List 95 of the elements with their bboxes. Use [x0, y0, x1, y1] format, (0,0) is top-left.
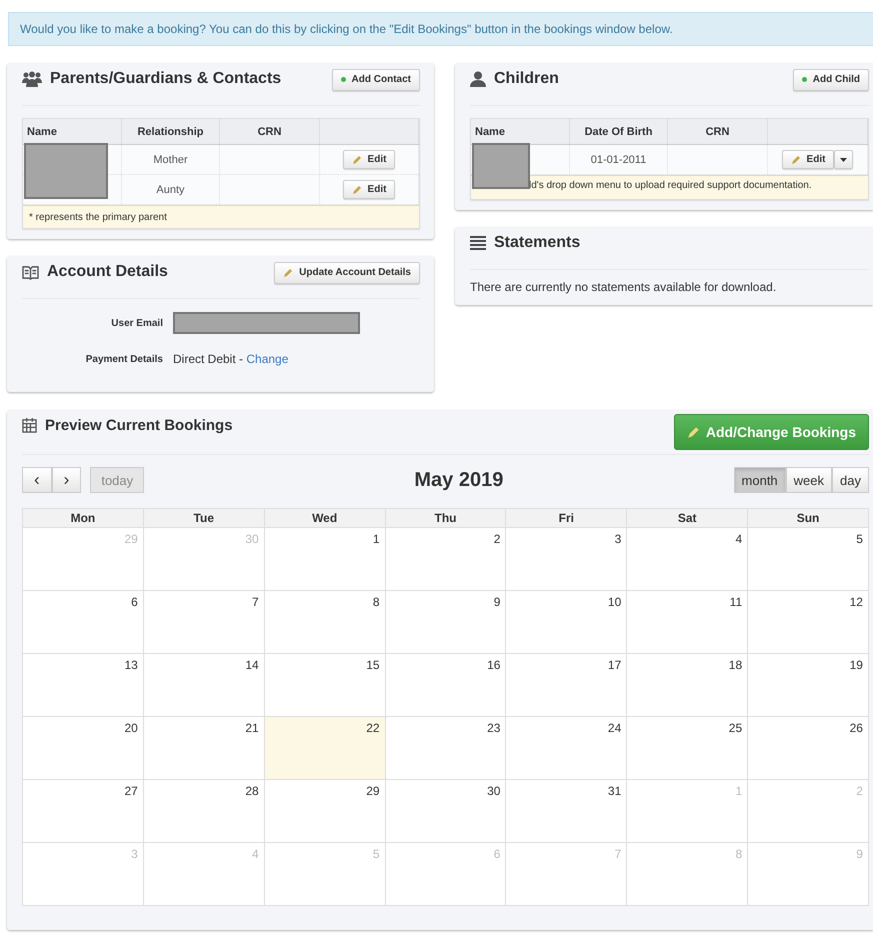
day-number: 21	[245, 721, 259, 735]
book-icon	[22, 264, 39, 280]
day-number: 29	[124, 532, 138, 546]
weekday-header: Thu	[386, 509, 506, 528]
day-number: 1	[735, 784, 742, 798]
update-account-button[interactable]: Update Account Details	[274, 262, 420, 284]
person-icon	[470, 71, 486, 87]
day-number: 29	[366, 784, 380, 798]
change-link[interactable]: Change	[246, 352, 288, 366]
day-number: 11	[730, 595, 742, 609]
table-cell: Mother	[122, 145, 220, 174]
calendar-icon	[22, 418, 37, 433]
day-number: 22	[366, 721, 380, 735]
edit-button[interactable]: Edit	[782, 150, 834, 169]
day-number: 24	[608, 721, 622, 735]
field-label: Payment Details	[84, 354, 163, 364]
day-number: 6	[494, 847, 500, 861]
dropdown-button[interactable]	[834, 150, 854, 169]
panel-title: Preview Current Bookings	[45, 417, 233, 434]
panel-title: Account Details	[47, 263, 168, 281]
weekday-header: Sun	[748, 509, 869, 528]
weekday-header: Sat	[627, 509, 748, 528]
column-header: CRN	[220, 119, 320, 144]
day-number: 10	[608, 595, 622, 609]
column-header: Relationship	[122, 119, 220, 144]
column-header: CRN	[668, 119, 768, 144]
day-number: 7	[614, 847, 622, 861]
day-number: 20	[124, 721, 138, 735]
day-number: 26	[850, 721, 863, 735]
caret-icon	[840, 158, 848, 162]
day-number: 19	[850, 658, 863, 672]
calendar-title: May 2019	[414, 468, 504, 492]
people-icon	[22, 71, 42, 87]
day-number: 25	[728, 721, 742, 735]
day-number: 3	[131, 847, 138, 861]
day-number: 8	[372, 595, 380, 609]
day-number: 31	[608, 784, 622, 798]
weekday-header: Mon	[23, 509, 144, 528]
day-number: 7	[252, 595, 259, 609]
day-number: 27	[124, 784, 138, 798]
day-number: 16	[487, 658, 500, 672]
day-number: 1	[372, 532, 380, 546]
table-cell: 01-01-2011	[570, 145, 668, 174]
payment-value: Direct Debit -	[173, 352, 244, 366]
panel-title: Statements	[494, 234, 580, 252]
day-number: 23	[487, 721, 500, 735]
day-number: 30	[245, 532, 259, 546]
weekday-header: Fri	[506, 509, 628, 528]
dot-icon	[802, 77, 807, 82]
next-button[interactable]: ›	[52, 467, 82, 493]
day-number: 4	[735, 532, 742, 546]
panel-title: Parents/Guardians & Contacts	[50, 70, 282, 88]
view-tab[interactable]: day	[832, 467, 869, 493]
day-number: 5	[856, 532, 863, 546]
day-number: 14	[245, 658, 259, 672]
day-number: 30	[487, 784, 500, 798]
info-banner: Would you like to make a booking? You can do this by clicking on the "Edit Bookings" button in the bookings window below.	[8, 12, 873, 46]
pencil-icon	[283, 268, 294, 278]
day-number: 12	[850, 595, 863, 609]
day-number: 9	[494, 595, 500, 609]
day-number: 13	[124, 658, 138, 672]
day-number: 3	[614, 532, 622, 546]
add-contact-button[interactable]: Add Contact	[332, 69, 420, 91]
edit-button[interactable]: Edit	[342, 150, 396, 169]
pencil-icon	[790, 154, 801, 164]
pencil-icon	[686, 426, 700, 438]
panel-title: Children	[494, 70, 559, 88]
day-number: 18	[728, 658, 742, 672]
redacted-block	[472, 143, 530, 189]
day-number: 15	[366, 658, 380, 672]
day-number: 9	[856, 847, 863, 861]
edit-button[interactable]: Edit	[342, 180, 396, 199]
day-number: 2	[494, 532, 500, 546]
field-label: User Email	[110, 318, 163, 328]
list-icon	[470, 236, 486, 250]
previous-button[interactable]: ‹	[22, 467, 52, 493]
day-number: 2	[856, 784, 863, 798]
day-number: 5	[372, 847, 380, 861]
table-note: * represents the primary parent	[23, 205, 419, 228]
day-number: 8	[735, 847, 742, 861]
day-number: 28	[245, 784, 259, 798]
weekday-header: Wed	[264, 509, 386, 528]
dot-icon	[340, 77, 346, 82]
view-tab[interactable]: week	[786, 467, 832, 493]
weekday-header: Tue	[144, 509, 265, 528]
add-child-button[interactable]: Add Child	[792, 69, 869, 91]
day-number: 17	[608, 658, 622, 672]
day-number: 4	[252, 847, 259, 861]
day-number: 6	[131, 595, 138, 609]
view-tab[interactable]: month	[734, 467, 786, 493]
table-cell: Aunty	[122, 175, 220, 204]
pencil-icon	[352, 154, 362, 164]
statements-message: There are currently no statements available for download.	[470, 280, 778, 294]
pencil-icon	[352, 184, 362, 194]
column-header: Date Of Birth	[570, 119, 668, 144]
